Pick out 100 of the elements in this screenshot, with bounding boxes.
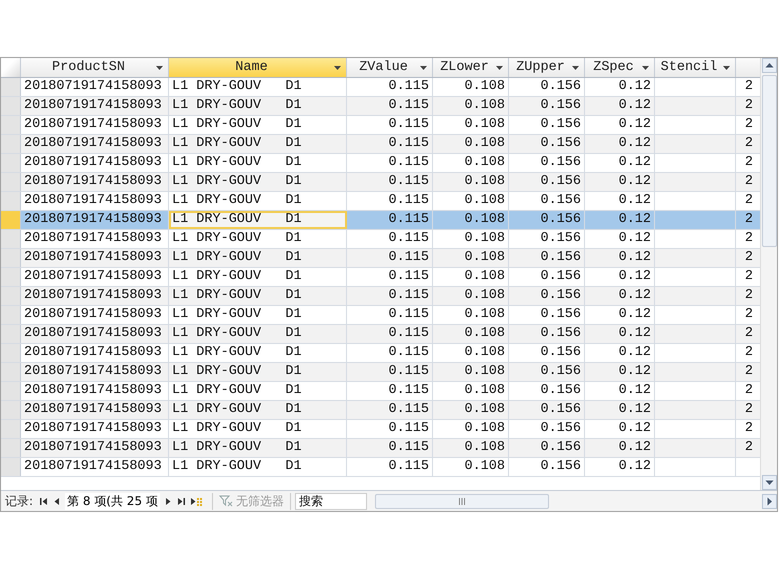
dropdown-arrow-icon[interactable] xyxy=(723,66,730,70)
table-cell: 0.115 xyxy=(347,154,433,172)
record-selector[interactable] xyxy=(1,344,21,362)
table-cell: 0.156 xyxy=(509,211,585,229)
table-cell: 0.156 xyxy=(509,154,585,172)
previous-record-icon[interactable] xyxy=(53,496,62,506)
table-cell: 20180719174158093 xyxy=(21,420,169,438)
record-selector[interactable] xyxy=(1,249,21,267)
table-cell: 2 xyxy=(744,116,753,134)
dropdown-arrow-icon[interactable] xyxy=(334,66,341,70)
column-header[interactable]: ZValue xyxy=(347,58,433,77)
record-selector[interactable] xyxy=(1,268,21,286)
column-header[interactable]: ZSpec xyxy=(585,58,655,77)
table-cell: 0.156 xyxy=(509,268,585,286)
table-cell: 0.12 xyxy=(585,382,655,400)
table-cell: 0.108 xyxy=(433,458,509,476)
record-selector[interactable] xyxy=(1,287,21,305)
table-cell: 0.108 xyxy=(433,211,509,229)
record-selector[interactable] xyxy=(1,116,21,134)
table-cell: 0.12 xyxy=(585,78,655,96)
table-cell: 0.156 xyxy=(509,116,585,134)
table-cell: 0.115 xyxy=(347,230,433,248)
record-selector[interactable] xyxy=(1,401,21,419)
scroll-down-icon[interactable] xyxy=(762,475,776,490)
column-header[interactable]: Stencil xyxy=(655,58,736,77)
record-selector[interactable] xyxy=(1,306,21,324)
record-selector[interactable] xyxy=(1,135,21,153)
record-selector[interactable] xyxy=(1,420,21,438)
horizontal-scrollbar[interactable] xyxy=(374,493,777,509)
table-cell: 0.115 xyxy=(347,192,433,210)
table-cell: 20180719174158093 xyxy=(21,363,169,381)
table-cell: 2 xyxy=(744,135,753,153)
record-selector[interactable] xyxy=(1,97,21,115)
table-cell: 0.108 xyxy=(433,268,509,286)
last-record-icon[interactable] xyxy=(176,496,186,506)
table-cell: 20180719174158093 xyxy=(21,154,169,172)
new-record-icon[interactable] xyxy=(190,496,202,506)
first-record-icon[interactable] xyxy=(39,496,50,506)
table-cell: L1 DRY-GOUV D1 xyxy=(169,116,347,134)
table-cell: 0.108 xyxy=(433,192,509,210)
table-cell: 0.12 xyxy=(585,287,655,305)
table-cell: 0.108 xyxy=(433,116,509,134)
table-cell: 0.156 xyxy=(509,420,585,438)
search-field[interactable]: 搜索 xyxy=(294,492,367,510)
scroll-right-icon[interactable] xyxy=(762,494,777,508)
record-selector[interactable] xyxy=(1,78,21,96)
table-cell: L1 DRY-GOUV D1 xyxy=(169,458,347,476)
record-selector[interactable] xyxy=(1,363,21,381)
record-selector[interactable] xyxy=(1,325,21,343)
table-cell: 0.156 xyxy=(509,230,585,248)
dropdown-arrow-icon[interactable] xyxy=(496,66,503,70)
table-cell: L1 DRY-GOUV D1 xyxy=(169,249,347,267)
dropdown-arrow-icon[interactable] xyxy=(156,66,163,70)
record-selector[interactable] xyxy=(1,439,21,457)
table-cell: 0.115 xyxy=(347,116,433,134)
record-selector[interactable] xyxy=(1,173,21,191)
record-selector[interactable] xyxy=(1,230,21,248)
scroll-up-icon[interactable] xyxy=(762,58,776,73)
table-cell: L1 DRY-GOUV D1 xyxy=(169,325,347,343)
table-cell: 0.12 xyxy=(585,173,655,191)
dropdown-arrow-icon[interactable] xyxy=(642,66,649,70)
table-cell: 0.108 xyxy=(433,306,509,324)
table-cell: 0.115 xyxy=(347,173,433,191)
table-cell: L1 DRY-GOUV D1 xyxy=(169,344,347,362)
record-selector[interactable] xyxy=(1,154,21,172)
record-selector[interactable] xyxy=(1,211,21,229)
table-cell: 0.115 xyxy=(347,268,433,286)
table-cell: 2 xyxy=(744,363,753,381)
funnel-icon xyxy=(218,495,233,507)
table-cell: 0.12 xyxy=(585,192,655,210)
record-selector[interactable] xyxy=(1,192,21,210)
column-header[interactable]: ZUpper xyxy=(509,58,585,77)
dropdown-arrow-icon[interactable] xyxy=(572,66,579,70)
table-cell: L1 DRY-GOUV D1 xyxy=(169,78,347,96)
table-cell: 0.12 xyxy=(585,420,655,438)
next-record-icon[interactable] xyxy=(164,496,172,506)
table-cell: 0.115 xyxy=(347,458,433,476)
scrollbar-thumb[interactable] xyxy=(374,494,549,508)
table-cell: 0.115 xyxy=(347,135,433,153)
table-cell: 0.12 xyxy=(585,211,655,229)
scrollbar-thumb[interactable] xyxy=(762,75,776,247)
table-cell: 0.12 xyxy=(585,401,655,419)
table-cell: 0.108 xyxy=(433,344,509,362)
column-header[interactable]: ZLower xyxy=(433,58,509,77)
table-cell: 20180719174158093 xyxy=(21,325,169,343)
record-selector[interactable] xyxy=(1,458,21,476)
select-all-corner[interactable] xyxy=(1,58,21,77)
table-cell: 0.115 xyxy=(347,287,433,305)
table-cell: 2 xyxy=(744,173,753,191)
column-header[interactable]: Name xyxy=(169,58,347,77)
table-cell: 0.108 xyxy=(433,325,509,343)
table-cell: 0.12 xyxy=(585,325,655,343)
record-selector[interactable] xyxy=(1,382,21,400)
table-cell: 0.156 xyxy=(509,439,585,457)
table-cell: L1 DRY-GOUV D1 xyxy=(169,192,347,210)
table-cell: 0.12 xyxy=(585,439,655,457)
table-cell: 0.108 xyxy=(433,97,509,115)
vertical-scrollbar[interactable] xyxy=(760,58,777,490)
dropdown-arrow-icon[interactable] xyxy=(420,66,427,70)
record-number-field[interactable]: 第 8 项(共 25 项 xyxy=(65,492,160,510)
